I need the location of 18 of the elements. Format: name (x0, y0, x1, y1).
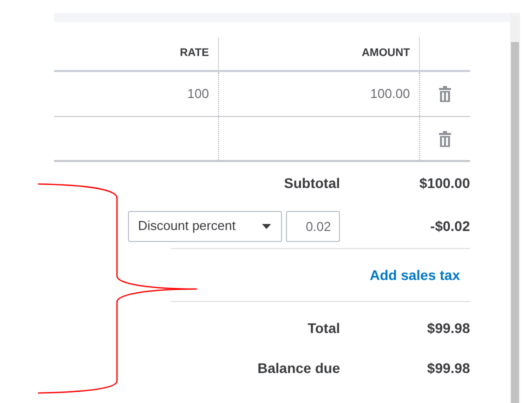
trash-icon[interactable] (439, 86, 451, 102)
caret-icon (262, 224, 271, 228)
scrollbar-thumb[interactable] (511, 42, 519, 403)
balance-due-label: Balance due (256, 358, 340, 378)
total-value: $99.98 (426, 319, 470, 338)
add-sales-tax-link[interactable]: Add sales tax (370, 264, 460, 286)
balance-due-value: $99.98 (426, 358, 470, 378)
discount-amount: -$0.02 (429, 216, 470, 236)
subtotal-label: Subtotal (283, 174, 340, 192)
subtotal-value: $100.00 (418, 174, 470, 192)
discount-type-dropdown[interactable]: Discount percent (128, 210, 282, 242)
column-header: AMOUNT (362, 46, 410, 62)
total-label: Total (306, 319, 340, 338)
table-cell-text: 100.00 (370, 85, 410, 104)
discount-value-field[interactable]: 0.02 (286, 210, 340, 242)
column-header: RATE (180, 46, 209, 62)
table-cell-text: 100 (187, 85, 209, 104)
trash-icon[interactable] (439, 130, 451, 146)
